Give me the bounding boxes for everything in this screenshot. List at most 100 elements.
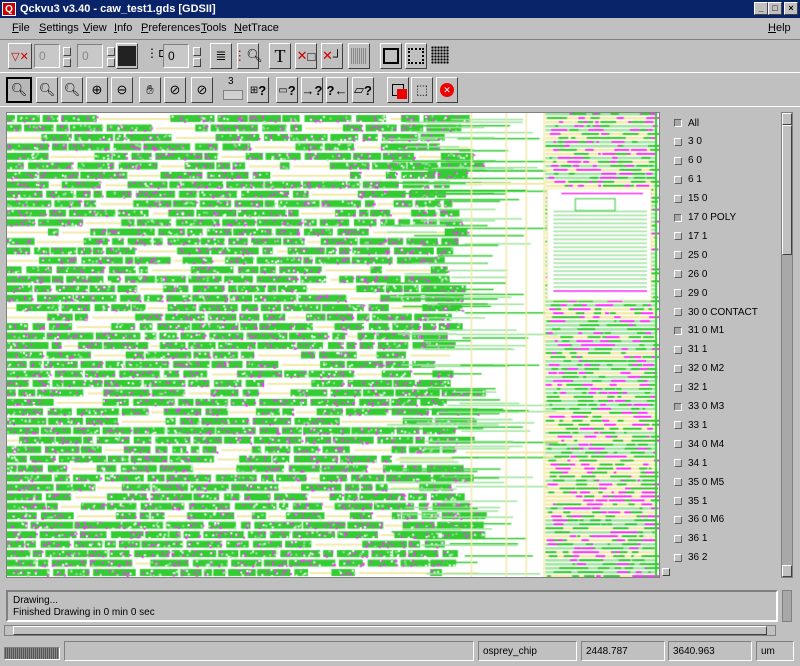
maximize-button[interactable]: □ — [768, 2, 782, 15]
layer-item[interactable]: 3 0 — [674, 133, 702, 151]
layer-checkbox[interactable] — [674, 478, 682, 487]
layer-checkbox[interactable] — [674, 232, 682, 241]
horizontal-scrollbar[interactable] — [4, 625, 776, 636]
layer-item[interactable]: 35 0 M5 — [674, 473, 724, 491]
layer-checkbox[interactable] — [674, 308, 682, 316]
menu-help[interactable]: Help — [768, 22, 791, 34]
zoom-fit-icon[interactable]: 🔍︎ — [6, 77, 32, 103]
layer-item[interactable]: 36 0 M6 — [674, 511, 724, 529]
overlap-icon[interactable] — [387, 77, 409, 103]
layer-checkbox[interactable] — [674, 137, 682, 146]
scroll-up-icon[interactable] — [782, 113, 792, 125]
field-1[interactable]: 0 — [34, 44, 60, 68]
zoom-previous-icon[interactable]: ⊘ — [164, 77, 186, 103]
layer-item[interactable]: All — [674, 114, 699, 132]
stop-icon[interactable]: ✕ — [436, 77, 458, 103]
box-delete-icon[interactable]: ✕ □ — [295, 43, 317, 69]
query-right-button[interactable]: →? — [301, 77, 323, 103]
scroll-thumb[interactable] — [782, 125, 792, 255]
outline-dotted-icon[interactable] — [405, 43, 427, 69]
spin-up[interactable] — [193, 47, 201, 56]
layer-item[interactable]: 32 0 M2 — [674, 360, 724, 378]
measure-button[interactable]: ▭? — [276, 77, 298, 103]
resize-handle[interactable] — [662, 568, 670, 576]
spin-down[interactable] — [193, 58, 201, 67]
color-button[interactable] — [116, 43, 138, 69]
query-cell-button[interactable]: ⊞? — [247, 77, 269, 103]
layer-checkbox[interactable] — [674, 289, 682, 298]
filter-icon[interactable]: ▽✕ — [8, 43, 32, 69]
menu-tools[interactable]: Tools — [201, 22, 227, 34]
layer-item[interactable]: 35 1 — [674, 492, 707, 510]
spin-up[interactable] — [63, 47, 71, 56]
grid-dots-icon[interactable] — [431, 46, 449, 64]
text-tool-icon[interactable]: T — [269, 43, 291, 69]
layer-checkbox[interactable] — [674, 421, 682, 430]
layer-checkbox[interactable] — [674, 515, 682, 524]
layer-item[interactable]: 33 1 — [674, 416, 707, 434]
layer-item[interactable]: 6 1 — [674, 171, 702, 189]
path-delete-icon[interactable]: ✕ ┘ — [321, 43, 343, 69]
layer-checkbox[interactable] — [674, 553, 682, 562]
layers-icon[interactable]: ≣ — [210, 43, 232, 69]
zoom-box-icon[interactable]: 🔍︎ — [61, 77, 83, 103]
field-3[interactable]: 0 — [163, 44, 189, 68]
zoom-out-icon[interactable]: ⊖ — [111, 77, 133, 103]
level-slider[interactable] — [223, 90, 243, 100]
menu-preferences[interactable]: Preferences — [141, 22, 200, 34]
message-scrollbar[interactable] — [782, 590, 792, 622]
layer-item[interactable]: 17 0 POLY — [674, 209, 736, 227]
layer-checkbox[interactable] — [674, 534, 682, 543]
layer-item[interactable]: 26 0 — [674, 265, 707, 283]
layer-checkbox[interactable] — [674, 326, 682, 335]
layer-checkbox[interactable] — [674, 345, 682, 354]
layer-item[interactable]: 29 0 — [674, 284, 707, 302]
layer-item[interactable]: 31 1 — [674, 341, 707, 359]
layer-checkbox[interactable] — [674, 364, 682, 373]
scroll-thumb[interactable] — [13, 626, 767, 635]
layer-checkbox[interactable] — [674, 251, 682, 260]
close-button[interactable]: × — [784, 2, 798, 15]
layer-checkbox[interactable] — [674, 156, 682, 165]
layer-item[interactable]: 17 1 — [674, 227, 707, 245]
layer-checkbox[interactable] — [674, 175, 682, 184]
layer-item[interactable]: 25 0 — [674, 246, 707, 264]
menu-view[interactable]: View — [83, 22, 107, 34]
query-left-button[interactable]: ? ← — [326, 77, 348, 103]
layer-checkbox[interactable] — [674, 497, 682, 505]
layer-item[interactable]: 33 0 M3 — [674, 398, 724, 416]
layer-checkbox[interactable] — [674, 213, 682, 222]
layer-item[interactable]: 6 0 — [674, 152, 702, 170]
layer-scrollbar[interactable] — [781, 112, 793, 578]
menu-settings[interactable]: Settings — [39, 22, 79, 34]
zoom-icon[interactable]: 🔍︎ — [36, 77, 58, 103]
layer-item[interactable]: 32 1 — [674, 379, 707, 397]
layer-item[interactable]: 36 2 — [674, 549, 707, 567]
scroll-down-icon[interactable] — [782, 565, 792, 577]
layout-canvas[interactable] — [6, 112, 660, 578]
fill-pattern-icon[interactable] — [348, 43, 370, 69]
select-box-icon[interactable]: ⬚ — [411, 77, 433, 103]
query-box-button[interactable]: ▱? — [352, 77, 374, 103]
field-2[interactable]: 0 — [77, 44, 103, 68]
spin-down[interactable] — [63, 58, 71, 67]
layer-item[interactable]: 36 1 — [674, 530, 707, 548]
spin-down[interactable] — [107, 58, 115, 67]
layer-checkbox[interactable] — [674, 440, 682, 449]
outline-solid-icon[interactable] — [380, 43, 402, 69]
layer-item[interactable]: 15 0 — [674, 190, 707, 208]
minimize-button[interactable]: _ — [754, 2, 768, 15]
layer-item[interactable]: 31 0 M1 — [674, 322, 724, 340]
pan-hand-icon[interactable]: ✋︎ — [139, 77, 161, 103]
zoom-in-icon[interactable]: ⊕ — [86, 77, 108, 103]
layer-item[interactable]: 34 1 — [674, 454, 707, 472]
layer-checkbox[interactable] — [674, 270, 682, 279]
spin-up[interactable] — [107, 47, 115, 56]
menu-info[interactable]: Info — [114, 22, 132, 34]
layer-checkbox[interactable] — [674, 383, 682, 392]
menu-file[interactable]: File — [12, 22, 30, 34]
layer-checkbox[interactable] — [674, 459, 682, 468]
layer-item[interactable]: 30 0 CONTACT — [674, 303, 758, 321]
layer-checkbox[interactable] — [674, 194, 682, 203]
layer-checkbox[interactable] — [674, 119, 682, 127]
